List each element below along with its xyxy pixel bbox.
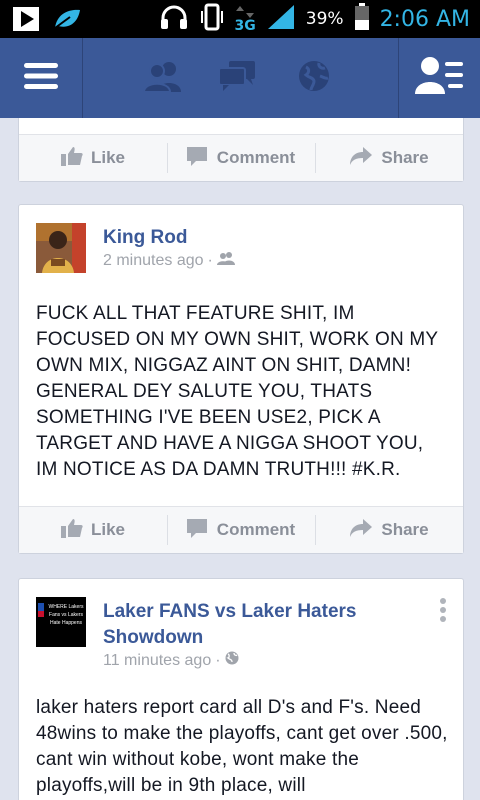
author-name[interactable]: King Rod — [103, 225, 187, 251]
comment-icon — [186, 518, 209, 543]
more-options-icon — [437, 598, 449, 629]
menu-icon — [24, 61, 58, 96]
comment-label: Comment — [216, 520, 296, 539]
post-card: Like Comment Share — [18, 118, 464, 182]
post-card: WHERE Lakers Fans vs Lakers Hate Happens… — [18, 578, 464, 800]
post-actions: Like Comment Share — [19, 506, 463, 553]
like-button[interactable]: Like — [19, 135, 167, 181]
vibrate-icon — [199, 3, 225, 36]
post-meta: 2 minutes ago · — [103, 251, 235, 270]
public-globe-icon — [225, 651, 239, 670]
top-navigation-bar — [0, 38, 480, 118]
battery-percent: 39% — [305, 9, 344, 29]
signal-icon — [266, 3, 296, 36]
post-text: laker haters report card all D's and F's… — [36, 697, 448, 796]
author-avatar[interactable] — [36, 223, 86, 273]
friends-sidebar-button[interactable] — [399, 38, 480, 118]
thumbs-up-icon — [60, 518, 83, 543]
like-button[interactable]: Like — [19, 507, 167, 553]
clock: 2:06 AM — [379, 6, 470, 32]
friends-icon — [216, 251, 235, 270]
messages-button[interactable] — [207, 38, 267, 118]
battery-icon — [354, 2, 370, 36]
notifications-globe-icon — [297, 59, 331, 98]
menu-button[interactable] — [0, 38, 82, 118]
comment-icon — [186, 146, 209, 171]
share-arrow-icon — [349, 518, 373, 543]
network-type: 3G — [234, 18, 256, 34]
share-arrow-icon — [349, 146, 373, 171]
play-store-notification-icon — [12, 6, 40, 37]
news-feed[interactable]: Like Comment Share King Rod 2 minutes ag… — [0, 118, 480, 800]
leaf-notification-icon — [52, 6, 82, 37]
page-avatar-text: WHERE Lakers Fans vs Lakers Hate Happens — [48, 604, 84, 626]
friend-requests-button[interactable] — [133, 38, 193, 118]
share-button[interactable]: Share — [315, 135, 463, 181]
messages-icon — [217, 60, 257, 97]
like-label: Like — [90, 520, 126, 539]
like-label: Like — [90, 148, 126, 167]
status-bar: 3G 39% 2:06 AM — [0, 0, 480, 38]
post-card: King Rod 2 minutes ago · FUCK ALL THAT F… — [18, 204, 464, 554]
post-meta: 11 minutes ago · — [103, 651, 239, 670]
friends-sidebar-icon — [414, 56, 465, 101]
share-button[interactable]: Share — [315, 507, 463, 553]
dot-separator: · — [215, 651, 221, 669]
comment-label: Comment — [216, 148, 296, 167]
post-options-button[interactable] — [437, 597, 449, 625]
friend-requests-icon — [142, 60, 183, 97]
comment-button[interactable]: Comment — [167, 135, 315, 181]
headset-icon — [159, 4, 189, 35]
post-timestamp[interactable]: 11 minutes ago — [103, 652, 211, 670]
share-label: Share — [381, 520, 429, 539]
page-name[interactable]: Laker FANS vs Laker Haters Showdown — [103, 599, 423, 651]
dot-separator: · — [207, 251, 213, 269]
post-timestamp[interactable]: 2 minutes ago — [103, 252, 204, 270]
comment-button[interactable]: Comment — [167, 507, 315, 553]
post-text: FUCK ALL THAT FEATURE SHIT, IM FOCUSED O… — [36, 303, 438, 480]
share-label: Share — [381, 148, 429, 167]
thumbs-up-icon — [60, 146, 83, 171]
post-actions: Like Comment Share — [19, 134, 463, 181]
notifications-button[interactable] — [284, 38, 344, 118]
page-avatar[interactable]: WHERE Lakers Fans vs Lakers Hate Happens — [36, 597, 86, 647]
nav-divider — [82, 38, 83, 118]
